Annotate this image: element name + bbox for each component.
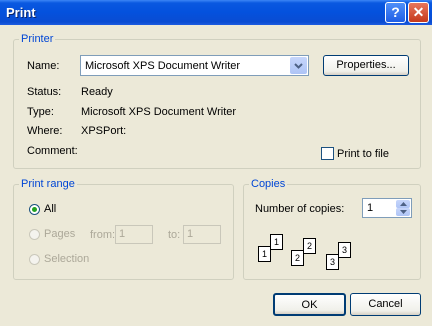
copies-legend: Copies: [251, 178, 286, 190]
from-field[interactable]: 1: [115, 225, 153, 244]
printer-name-select[interactable]: Microsoft XPS Document Writer: [80, 55, 309, 76]
collate-page: 3: [338, 242, 351, 258]
help-button[interactable]: ?: [385, 2, 406, 23]
printer-legend: Printer: [21, 33, 54, 45]
where-label: Where:: [27, 125, 63, 137]
pages-radio[interactable]: [29, 229, 40, 240]
print-range-legend: Print range: [21, 178, 75, 190]
to-label: to:: [168, 229, 181, 241]
all-label[interactable]: All: [44, 203, 56, 215]
print-dialog: Print ? ✕ Printer Name: Microsoft XPS Do…: [0, 0, 432, 326]
collate-page: 2: [303, 238, 316, 254]
collate-page: 2: [291, 250, 304, 266]
spin-up-icon[interactable]: [396, 200, 410, 208]
collate-page: 1: [258, 246, 271, 262]
ok-button[interactable]: OK: [273, 293, 346, 316]
selection-radio[interactable]: [29, 254, 40, 265]
help-icon: ?: [391, 4, 400, 20]
type-value: Microsoft XPS Document Writer: [81, 106, 237, 118]
number-of-copies-label: Number of copies:: [255, 203, 345, 215]
selection-label[interactable]: Selection: [44, 253, 89, 265]
spin-down-icon[interactable]: [396, 208, 410, 216]
from-label: from:: [90, 229, 116, 241]
copies-value: 1: [367, 202, 374, 214]
collate-page: 3: [326, 254, 339, 270]
to-field[interactable]: 1: [183, 225, 221, 244]
type-label: Type:: [27, 106, 54, 118]
close-button[interactable]: ✕: [408, 2, 429, 23]
collate-page: 1: [270, 234, 283, 250]
status-value: Ready: [81, 86, 113, 98]
close-icon: ✕: [412, 4, 425, 20]
printer-name-value: Microsoft XPS Document Writer: [85, 60, 241, 72]
print-to-file-label[interactable]: Print to file: [337, 148, 389, 160]
cancel-button[interactable]: Cancel: [350, 293, 421, 316]
copies-spinner[interactable]: 1: [362, 198, 412, 218]
chevron-down-icon[interactable]: [290, 57, 307, 74]
all-radio[interactable]: [29, 204, 40, 215]
window-title: Print: [6, 5, 36, 20]
title-bar[interactable]: Print ? ✕: [0, 0, 432, 25]
pages-label[interactable]: Pages: [44, 228, 75, 240]
radio-selected-dot: [32, 207, 37, 212]
properties-button[interactable]: Properties...: [323, 55, 409, 76]
name-label: Name:: [27, 60, 60, 72]
where-value: XPSPort:: [81, 125, 127, 137]
status-label: Status:: [27, 86, 62, 98]
comment-label: Comment:: [27, 145, 78, 157]
print-to-file-checkbox[interactable]: [321, 147, 334, 160]
